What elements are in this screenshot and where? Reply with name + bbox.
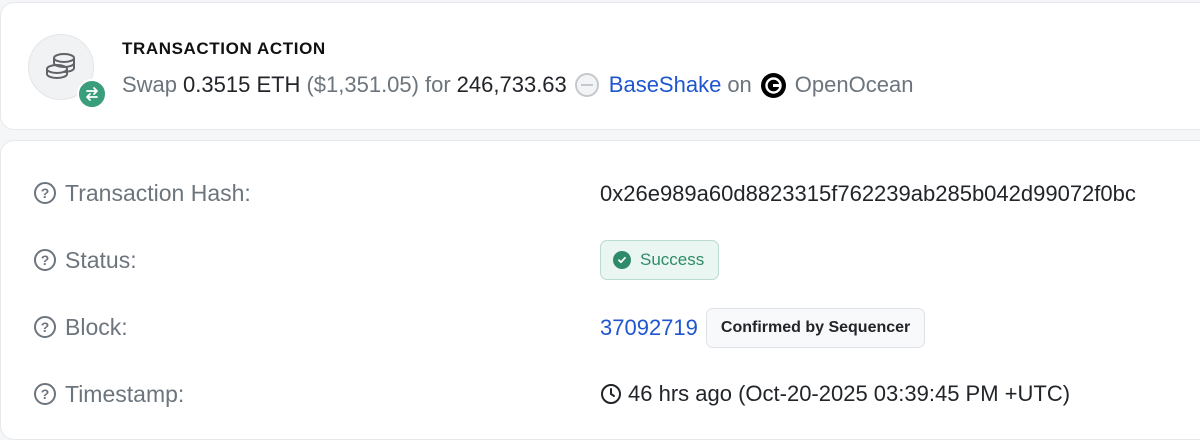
action-verb: Swap [122, 72, 178, 97]
on-word: on [727, 72, 752, 97]
status-label: ? Status: [34, 245, 137, 275]
token-placeholder-icon [574, 73, 599, 97]
timestamp-value: 46 hrs ago (Oct-20-2025 03:39:45 PM +UTC… [600, 374, 1070, 414]
status-value: Success [600, 240, 720, 280]
action-icon [28, 34, 107, 109]
action-heading: TRANSACTION ACTION [122, 39, 326, 58]
help-icon[interactable]: ? [34, 182, 56, 204]
check-icon [613, 251, 631, 269]
transaction-details-card: ? Transaction Hash: 0x26e989a60d8823315f… [0, 140, 1200, 440]
transaction-hash-value[interactable]: 0x26e989a60d8823315f762239ab285b042d9907… [600, 174, 1200, 214]
action-description: Swap 0.3515 ETH ($1,351.05) for 246,733.… [122, 69, 913, 101]
swap-amount: 0.3515 ETH [183, 72, 301, 97]
block-label: ? Block: [34, 312, 128, 342]
hash-label: ? Transaction Hash: [34, 178, 251, 208]
help-icon[interactable]: ? [34, 249, 56, 271]
token-link[interactable]: BaseShake [609, 72, 722, 98]
transaction-action-card: TRANSACTION ACTION Swap 0.3515 ETH ($1,3… [0, 2, 1200, 130]
help-icon[interactable]: ? [34, 383, 56, 405]
swap-arrows-icon [77, 79, 107, 109]
clock-icon [600, 383, 622, 405]
for-word: for [424, 72, 451, 97]
sequencer-badge: Confirmed by Sequencer [705, 308, 926, 348]
timestamp-label: ? Timestamp: [34, 379, 184, 409]
block-value: 37092719 Confirmed by Sequencer [600, 308, 926, 348]
status-badge: Success [600, 240, 720, 280]
openocean-logo-icon [760, 72, 786, 98]
swap-usd-value: ($1,351.05) [306, 72, 419, 97]
dex-name: OpenOcean [794, 72, 914, 97]
block-number-link[interactable]: 37092719 [600, 315, 698, 341]
token-amount: 246,733.63 [456, 72, 567, 97]
help-icon[interactable]: ? [34, 316, 56, 338]
